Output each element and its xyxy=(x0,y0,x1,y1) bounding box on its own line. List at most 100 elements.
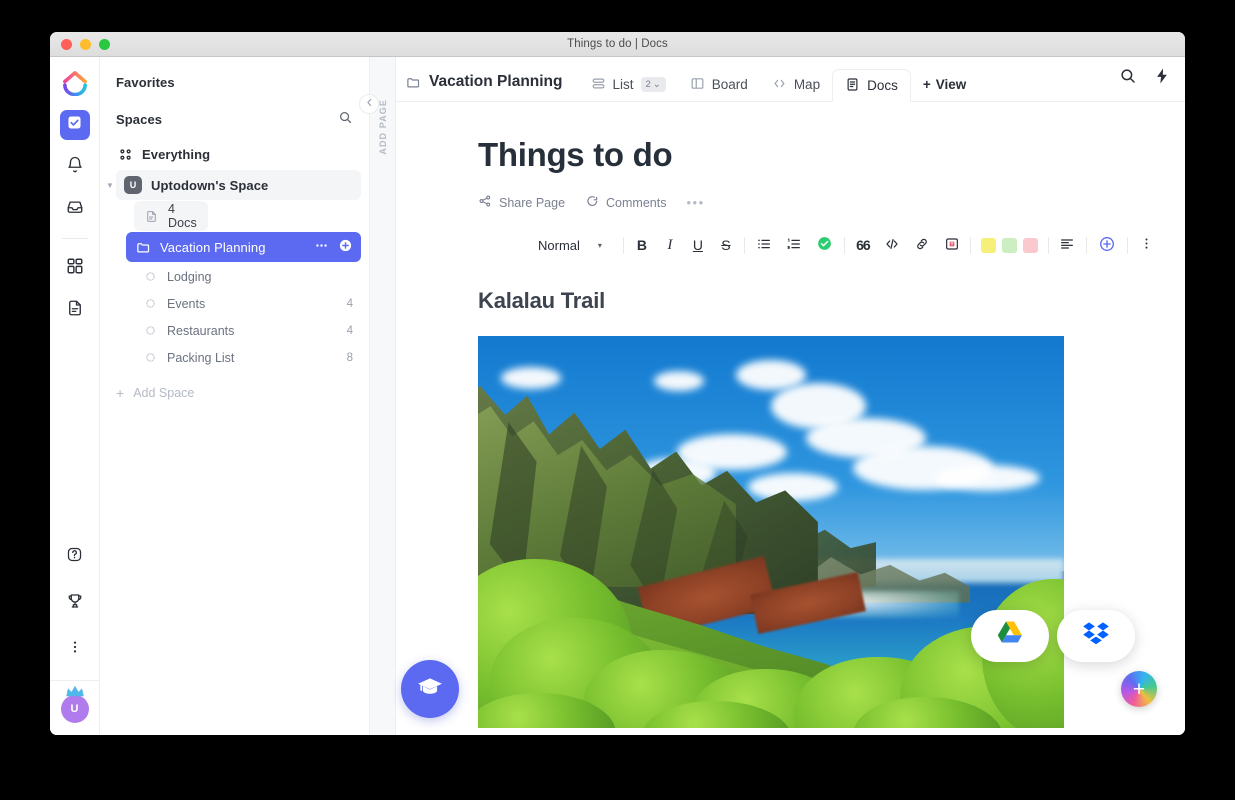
blockquote-button[interactable]: 66 xyxy=(856,235,871,255)
create-new-button[interactable]: + xyxy=(1121,671,1157,707)
list-count: 8 xyxy=(346,351,353,364)
plus-circle-icon[interactable] xyxy=(338,238,353,256)
rail-item-dashboards[interactable] xyxy=(60,253,90,283)
list-dot-icon xyxy=(142,325,158,336)
tab-docs[interactable]: Docs xyxy=(832,69,911,102)
ellipsis-icon[interactable] xyxy=(314,238,329,256)
checkbox-icon xyxy=(66,114,83,136)
breadcrumb[interactable]: Vacation Planning xyxy=(406,73,563,101)
plus-icon: + xyxy=(922,77,931,92)
add-space-button[interactable]: + Add Space xyxy=(116,385,361,401)
tab-docs-label: Docs xyxy=(867,78,898,93)
bullet-list-button[interactable] xyxy=(756,235,772,255)
link-icon xyxy=(914,236,930,255)
rail-bottom-group: U xyxy=(50,542,99,735)
search-icon[interactable] xyxy=(338,110,353,128)
tab-list-badge[interactable]: 2 ⌄ xyxy=(640,77,666,92)
bullet-list-icon xyxy=(756,236,772,255)
rail-item-home[interactable] xyxy=(59,110,90,140)
sidebar-list-item[interactable]: Events 4 xyxy=(142,290,361,317)
align-left-button[interactable] xyxy=(1059,235,1075,255)
page-title[interactable]: Things to do xyxy=(478,136,1185,174)
rail-avatar-footer: U xyxy=(50,680,99,735)
doc-icon xyxy=(142,210,160,223)
sidebar-item-space[interactable]: ▼ U Uptodown's Space xyxy=(106,170,361,200)
tab-map[interactable]: Map xyxy=(760,68,832,101)
tab-list[interactable]: List 2 ⌄ xyxy=(579,68,678,101)
bold-button[interactable]: B xyxy=(635,235,649,255)
highlight-yellow-button[interactable] xyxy=(980,237,996,253)
list-group xyxy=(756,235,833,255)
sidebar-item-docs-count[interactable]: 4 Docs xyxy=(134,201,208,231)
caret-down-icon[interactable]: ▼ xyxy=(106,181,114,190)
tab-board[interactable]: Board xyxy=(678,68,760,101)
sidebar-item-vacation-planning[interactable]: Vacation Planning xyxy=(126,232,361,262)
toolbar-divider xyxy=(743,236,745,254)
add-view-button[interactable]: + View xyxy=(911,68,978,101)
banner-button[interactable] xyxy=(944,235,960,255)
sidebar-favorites-header[interactable]: Favorites xyxy=(100,65,369,100)
list-count: 4 xyxy=(346,297,353,310)
paragraph-style-dropdown[interactable]: Normal ▾ xyxy=(478,238,612,253)
document-more-button[interactable]: ••• xyxy=(686,195,704,210)
education-button[interactable] xyxy=(401,660,459,718)
add-page-strip[interactable]: ADD PAGE xyxy=(370,57,396,735)
window-titlebar: Things to do | Docs xyxy=(50,32,1185,57)
search-icon[interactable] xyxy=(1119,67,1137,90)
document-image[interactable] xyxy=(478,336,1064,728)
graduation-cap-icon xyxy=(417,674,443,705)
add-page-label: ADD PAGE xyxy=(377,99,388,155)
underline-button[interactable]: U xyxy=(691,235,705,255)
rail-item-rewards[interactable] xyxy=(60,588,90,618)
rail-item-inbox[interactable] xyxy=(60,194,90,224)
ellipsis-icon: ••• xyxy=(686,195,705,210)
google-drive-button[interactable] xyxy=(971,610,1049,662)
comment-icon xyxy=(585,194,599,211)
italic-button[interactable]: I xyxy=(663,235,677,255)
lightning-bolt-icon[interactable] xyxy=(1153,67,1171,90)
share-page-button[interactable]: Share Page xyxy=(478,194,565,211)
check-circle-icon xyxy=(816,235,833,255)
folder-icon xyxy=(134,240,152,255)
list-dot-icon xyxy=(142,352,158,363)
sidebar: Favorites Spaces Everything ▼ U Uptodown… xyxy=(100,57,379,735)
more-vertical-icon xyxy=(67,639,83,660)
strikethrough-button[interactable]: S xyxy=(719,235,733,255)
sidebar-item-everything[interactable]: Everything xyxy=(116,139,361,169)
sidebar-collapse-button[interactable] xyxy=(359,94,379,114)
rail-item-notifications[interactable] xyxy=(60,152,90,182)
space-avatar: U xyxy=(124,176,142,194)
highlight-green-button[interactable] xyxy=(1001,237,1017,253)
view-tabs: List 2 ⌄ Board Map Docs + View xyxy=(579,57,979,102)
tab-list-label: List xyxy=(612,77,634,92)
toolbar-overflow-button[interactable] xyxy=(1139,235,1154,255)
toolbar-divider xyxy=(969,236,971,254)
text-format-group: B I U S xyxy=(635,235,733,255)
sidebar-list-item[interactable]: Packing List 8 xyxy=(142,344,361,371)
tab-board-label: Board xyxy=(711,77,748,92)
space-label: Uptodown's Space xyxy=(151,177,269,193)
rail-divider xyxy=(61,238,88,239)
link-button[interactable] xyxy=(914,235,930,255)
everything-label: Everything xyxy=(142,146,211,162)
comments-button[interactable]: Comments xyxy=(585,194,666,211)
avatar[interactable]: U xyxy=(60,685,89,723)
highlight-pink-button[interactable] xyxy=(1022,237,1038,253)
dropbox-button[interactable] xyxy=(1057,610,1135,662)
google-drive-icon xyxy=(995,619,1025,654)
docs-page-icon xyxy=(66,299,84,322)
numbered-list-button[interactable] xyxy=(786,235,802,255)
checklist-button[interactable] xyxy=(816,235,833,255)
code-button[interactable] xyxy=(884,235,900,255)
doc-view-icon xyxy=(845,77,860,95)
rail-item-docs[interactable] xyxy=(60,295,90,325)
document-heading[interactable]: Kalalau Trail xyxy=(478,288,1185,314)
add-block-button[interactable] xyxy=(1098,235,1116,255)
sidebar-list-item[interactable]: Lodging xyxy=(142,263,361,290)
sidebar-list-item[interactable]: Restaurants 4 xyxy=(142,317,361,344)
crown-icon xyxy=(64,684,86,703)
rail-item-more[interactable] xyxy=(60,634,90,664)
window-title: Things to do | Docs xyxy=(567,38,668,50)
rail-item-help[interactable] xyxy=(60,542,90,572)
clickup-logo-icon[interactable] xyxy=(62,70,88,97)
